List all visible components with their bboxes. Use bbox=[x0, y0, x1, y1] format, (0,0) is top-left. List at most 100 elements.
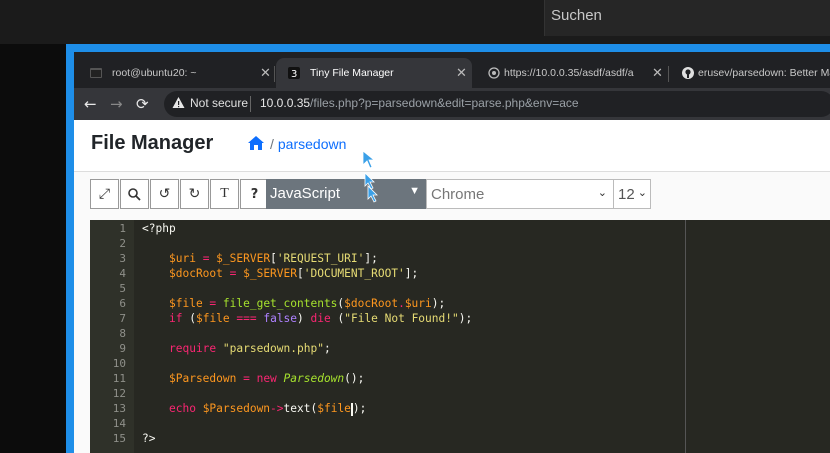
code-token: $Parsedown bbox=[169, 372, 237, 385]
mode-select[interactable]: JavaScript ▼ bbox=[266, 179, 426, 209]
code-token: = bbox=[202, 297, 223, 310]
url-host: 10.0.0.35 bbox=[260, 96, 311, 110]
line-number: 3 bbox=[119, 252, 126, 265]
code-token: if bbox=[169, 312, 183, 325]
code-token: require bbox=[169, 342, 217, 355]
code-token: echo bbox=[169, 402, 196, 415]
code-token: ; bbox=[323, 342, 331, 355]
line-number-gutter: 1 2 3 4 5 6 7 8 9 10 11 12 13 14 15 bbox=[90, 220, 134, 453]
code-token: $docRoot bbox=[169, 267, 223, 280]
code-token: 'REQUEST_URI' bbox=[276, 252, 365, 265]
terminal-icon bbox=[90, 68, 102, 78]
line-number: 14 bbox=[112, 417, 126, 430]
code-token: $file bbox=[317, 402, 351, 415]
code-token: = bbox=[195, 252, 217, 265]
desktop-topbar: Suchen bbox=[0, 0, 830, 44]
help-button[interactable]: ? bbox=[240, 179, 269, 209]
url-box[interactable]: Not secure 10.0.0.35/files.php?p=parsedo… bbox=[164, 91, 830, 117]
tfm-logo-icon: 3 bbox=[288, 67, 300, 79]
code-token: ]; bbox=[364, 252, 378, 265]
search-icon[interactable] bbox=[120, 179, 149, 209]
line-number: 6 bbox=[119, 297, 126, 310]
line-number: 13 bbox=[112, 402, 126, 415]
close-icon[interactable]: ✕ bbox=[456, 65, 467, 81]
tab-separator bbox=[274, 66, 275, 82]
line-number: 15 bbox=[112, 432, 126, 445]
tab-terminal[interactable]: root@ubuntu20: ~ ✕ bbox=[78, 58, 274, 88]
url-text: 10.0.0.35/files.php?p=parsedown&edit=par… bbox=[260, 96, 579, 110]
tab-asdf-url[interactable]: https://10.0.0.35/asdf/asdf/as ✕ bbox=[476, 58, 666, 88]
code-line: $uri = $_SERVER['REQUEST_URI']; bbox=[169, 252, 378, 265]
code-token: die bbox=[310, 312, 331, 325]
font-size-select-value: 12 bbox=[618, 186, 635, 203]
omnibox-separator bbox=[250, 96, 251, 112]
code-line: echo $Parsedown->text($file); bbox=[169, 402, 366, 416]
code-token: new bbox=[256, 372, 277, 385]
code-token: $file bbox=[195, 312, 230, 325]
code-token: "File Not Found!" bbox=[344, 312, 459, 325]
code-token: ( bbox=[330, 312, 345, 325]
globe-icon bbox=[488, 67, 500, 79]
code-token: file_get_contents bbox=[222, 297, 338, 310]
browser-window: root@ubuntu20: ~ ✕ 3 Tiny File Manager ✕… bbox=[74, 52, 830, 453]
code-line: $file = file_get_contents($docRoot.$uri)… bbox=[169, 297, 445, 310]
line-number: 10 bbox=[112, 357, 126, 370]
code-editor[interactable]: 1 2 3 4 5 6 7 8 9 10 11 12 13 14 15 <?ph… bbox=[90, 220, 830, 453]
security-label: Not secure bbox=[190, 96, 249, 110]
line-number: 2 bbox=[119, 237, 126, 250]
code-token: ]; bbox=[404, 267, 419, 280]
code-token: [ bbox=[270, 252, 277, 265]
breadcrumb-folder-link[interactable]: parsedown bbox=[278, 136, 347, 152]
close-icon[interactable]: ✕ bbox=[260, 65, 271, 81]
tab-title: https://10.0.0.35/asdf/asdf/as bbox=[504, 67, 634, 79]
code-line: $Parsedown = new Parsedown(); bbox=[169, 372, 364, 385]
php-open-tag: <?php bbox=[142, 222, 176, 235]
close-icon[interactable]: ✕ bbox=[652, 65, 663, 81]
code-token: ); bbox=[352, 402, 367, 415]
code-token: ); bbox=[431, 297, 446, 310]
line-number: 4 bbox=[119, 267, 126, 280]
line-number: 12 bbox=[112, 387, 126, 400]
font-size-select[interactable]: 12 ⌄ bbox=[613, 179, 651, 209]
code-token: text bbox=[283, 402, 311, 415]
url-path: /files.php?p=parsedown&edit=parse.php&en… bbox=[310, 96, 579, 110]
breadcrumb: / parsedown bbox=[248, 136, 346, 152]
app-title[interactable]: File Manager bbox=[91, 132, 213, 155]
page-body: File Manager / parsedown ⤢ ↺ ↻ T ? JavaSc… bbox=[74, 120, 830, 453]
code-token: $Parsedown bbox=[195, 402, 271, 415]
code-token: 'DOCUMENT_ROOT' bbox=[303, 267, 405, 280]
home-icon[interactable] bbox=[248, 136, 264, 150]
theme-select[interactable]: Chrome ⌄ bbox=[426, 179, 614, 209]
code-token: $_SERVER bbox=[216, 252, 271, 265]
warning-icon bbox=[172, 97, 185, 108]
tab-title: Tiny File Manager bbox=[310, 67, 394, 79]
code-token: $file bbox=[169, 297, 203, 310]
github-icon bbox=[682, 67, 694, 79]
redo-icon[interactable]: ↻ bbox=[180, 179, 209, 209]
mode-select-value: JavaScript bbox=[270, 185, 341, 202]
mouse-cursor-icon bbox=[363, 151, 375, 169]
line-number: 9 bbox=[119, 342, 126, 355]
code-token: ); bbox=[458, 312, 473, 325]
tab-title: root@ubuntu20: ~ bbox=[112, 67, 197, 79]
reload-icon[interactable]: ⟳ bbox=[136, 95, 149, 113]
text-format-icon[interactable]: T bbox=[210, 179, 239, 209]
undo-icon[interactable]: ↺ bbox=[150, 179, 179, 209]
line-number: 5 bbox=[119, 282, 126, 295]
forward-arrow-icon[interactable]: → bbox=[110, 95, 123, 113]
code-token: -> bbox=[270, 402, 284, 415]
tab-tiny-file-manager[interactable]: 3 Tiny File Manager ✕ bbox=[276, 58, 472, 88]
code-token: . bbox=[398, 297, 405, 310]
code-token: Parsedown bbox=[276, 372, 345, 385]
code-token: $docRoot bbox=[344, 297, 399, 310]
chevron-down-icon: ⌄ bbox=[637, 187, 647, 199]
fullscreen-icon[interactable]: ⤢ bbox=[90, 179, 119, 209]
line-number: 7 bbox=[119, 312, 126, 325]
desktop-search-box[interactable]: Suchen bbox=[544, 0, 830, 36]
app-header: File Manager / parsedown bbox=[74, 120, 830, 172]
code-token: ( bbox=[182, 312, 196, 325]
tab-title: erusev/parsedown: Better Mark bbox=[698, 67, 830, 79]
tab-separator bbox=[668, 66, 669, 82]
back-arrow-icon[interactable]: ← bbox=[84, 95, 97, 113]
tab-parsedown-github[interactable]: erusev/parsedown: Better Mark bbox=[670, 58, 830, 88]
